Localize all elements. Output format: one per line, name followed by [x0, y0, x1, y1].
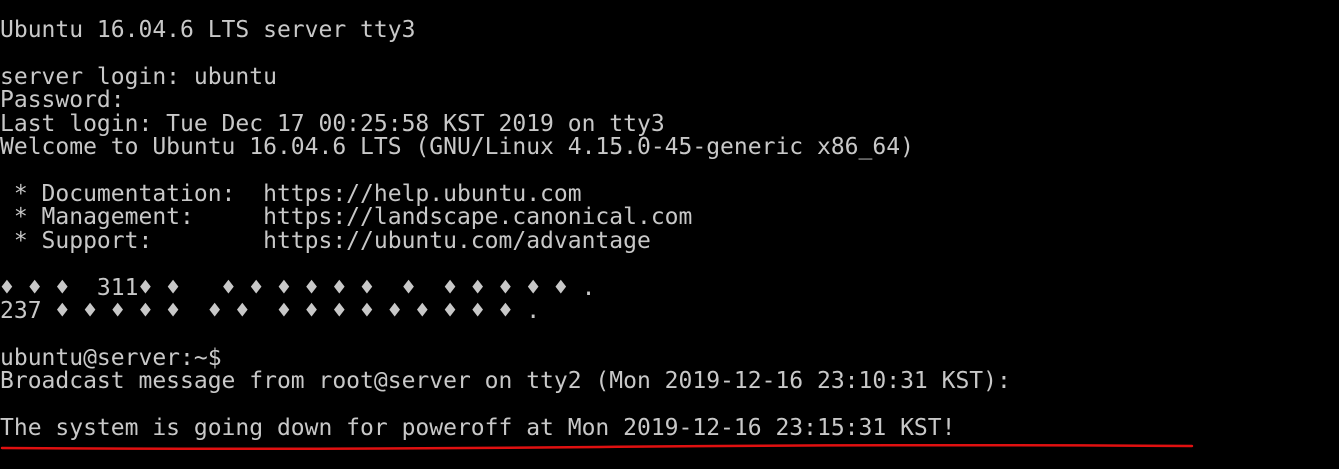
support-line: * Support: https://ubuntu.com/advantage	[0, 228, 651, 254]
documentation-line: * Documentation: https://help.ubuntu.com	[0, 181, 582, 207]
garbled-line-2: 237 ♦ ♦ ♦ ♦ ♦ ♦ ♦ ♦ ♦ ♦ ♦ ♦ ♦ ♦ ♦ ♦ .	[0, 298, 541, 324]
shutdown-message: The system is going down for poweroff at…	[0, 415, 956, 441]
management-line: * Management: https://landscape.canonica…	[0, 204, 693, 230]
broadcast-line: Broadcast message from root@server on tt…	[0, 368, 1011, 394]
terminal-screen[interactable]: Ubuntu 16.04.6 LTS server tty3 server lo…	[0, 0, 1339, 469]
login-line: server login: ubuntu	[0, 64, 277, 90]
last-login-line: Last login: Tue Dec 17 00:25:58 KST 2019…	[0, 111, 665, 137]
password-prompt: Password:	[0, 87, 125, 113]
welcome-line: Welcome to Ubuntu 16.04.6 LTS (GNU/Linux…	[0, 134, 914, 160]
banner-line: Ubuntu 16.04.6 LTS server tty3	[0, 17, 416, 43]
underline-stroke	[0, 443, 1194, 451]
red-underline-annotation	[0, 443, 1194, 451]
shell-prompt[interactable]: ubuntu@server:~$	[0, 346, 222, 370]
garbled-line-1: ♦ ♦ ♦ 311♦ ♦ ♦ ♦ ♦ ♦ ♦ ♦ ♦ ♦ ♦ ♦ ♦ ♦ .	[0, 275, 596, 301]
